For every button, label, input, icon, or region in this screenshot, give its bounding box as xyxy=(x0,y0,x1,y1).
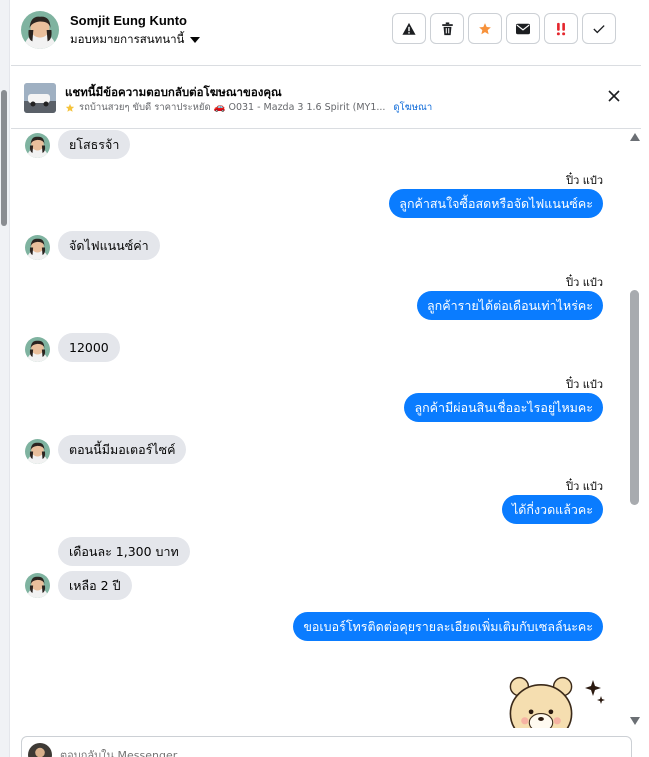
ad-banner-subtitle: รถบ้านสวยๆ ขับดี ราคาประหยัด 🚗 O031 - Ma… xyxy=(65,100,432,115)
sender-name: ปิ๋ว แป๋ว xyxy=(566,378,603,391)
star-button[interactable] xyxy=(468,13,502,44)
left-scroll-thumb[interactable] xyxy=(1,90,7,226)
left-scroll-rail[interactable] xyxy=(0,0,10,757)
contact-avatar[interactable] xyxy=(25,235,50,260)
trash-icon xyxy=(441,21,453,35)
reply-composer xyxy=(21,736,632,757)
sender-name: ปิ๋ว แป๋ว xyxy=(566,276,603,289)
message-incoming[interactable]: ตอนนี้มีมอเตอร์ไซค์ xyxy=(58,435,187,464)
delete-button[interactable] xyxy=(430,13,464,44)
message-incoming[interactable]: เดือนละ 1,300 บาท xyxy=(58,537,190,566)
urgent-icon xyxy=(556,22,566,35)
thread-scroll-thumb[interactable] xyxy=(630,290,639,505)
close-icon[interactable] xyxy=(607,89,621,103)
page-avatar xyxy=(28,743,52,757)
message-incoming[interactable]: จัดไฟแนนซ์ค่า xyxy=(58,231,160,260)
assign-conversation-dropdown[interactable]: มอบหมายการสนทนานี้ xyxy=(70,31,201,49)
ad-reply-banner: แชทนี้มีข้อความตอบกลับต่อโฆษณาของคุณ รถบ… xyxy=(11,66,641,129)
contact-avatar[interactable] xyxy=(25,337,50,362)
conversation-actions xyxy=(392,13,616,44)
caret-down-icon xyxy=(190,37,201,43)
bear-sticker[interactable] xyxy=(501,674,611,728)
star-icon xyxy=(65,103,75,112)
scroll-up-arrow-icon[interactable] xyxy=(630,133,640,141)
warning-icon xyxy=(402,22,416,35)
contact-avatar[interactable] xyxy=(25,133,50,158)
mail-icon xyxy=(516,23,530,34)
reply-input[interactable] xyxy=(60,745,460,757)
mark-done-button[interactable] xyxy=(582,13,616,44)
contact-avatar[interactable] xyxy=(21,11,59,49)
message-outgoing[interactable]: ได้กี่งวดแล้วคะ xyxy=(501,495,603,524)
urgent-button[interactable] xyxy=(544,13,578,44)
conversation-header: Somjit Eung Kunto มอบหมายการสนทนานี้ xyxy=(11,0,641,66)
check-icon xyxy=(593,24,605,33)
message-incoming[interactable]: 12000 xyxy=(58,333,120,362)
sender-name: ปิ๋ว แป๋ว xyxy=(566,174,603,187)
message-incoming[interactable]: เหลือ 2 ปี xyxy=(58,571,132,600)
star-icon xyxy=(479,22,491,34)
scroll-down-arrow-icon[interactable] xyxy=(630,717,640,725)
message-thread[interactable]: ยโสธรจ้า ปิ๋ว แป๋ว ลูกค้าสนใจซื้อสดหรือจ… xyxy=(11,130,629,728)
message-outgoing[interactable]: ลูกค้าสนใจซื้อสดหรือจัดไฟแนนซ์คะ xyxy=(389,189,603,218)
sender-name: ปิ๋ว แป๋ว xyxy=(566,480,603,493)
assign-label: มอบหมายการสนทนานี้ xyxy=(70,32,185,46)
message-outgoing[interactable]: ลูกค้ามีผ่อนสินเชื่ออะไรอยู่ไหมคะ xyxy=(404,393,603,422)
message-outgoing[interactable]: ขอเบอร์โทรติดต่อคุยรายละเอียดเพิ่มเติมกั… xyxy=(293,612,603,641)
contact-avatar[interactable] xyxy=(25,439,50,464)
message-outgoing[interactable]: ลูกค้ารายได้ต่อเดือนเท่าไหร่คะ xyxy=(417,291,603,320)
mark-unread-button[interactable] xyxy=(506,13,540,44)
message-incoming[interactable]: ยโสธรจ้า xyxy=(58,130,131,159)
report-button[interactable] xyxy=(392,13,426,44)
ad-thumbnail[interactable] xyxy=(24,83,56,113)
contact-name[interactable]: Somjit Eung Kunto xyxy=(70,13,187,28)
thread-scrollbar[interactable] xyxy=(629,130,641,728)
ad-subtitle-text: รถบ้านสวยๆ ขับดี ราคาประหยัด 🚗 O031 - Ma… xyxy=(79,102,386,113)
contact-avatar[interactable] xyxy=(25,573,50,598)
view-ad-link[interactable]: ดูโฆษณา xyxy=(393,100,432,115)
